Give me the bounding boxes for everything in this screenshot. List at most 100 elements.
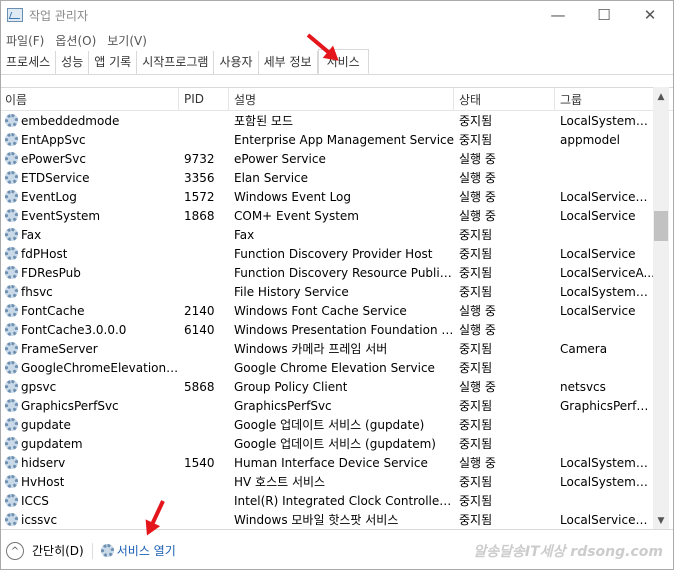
table-row[interactable]: HvHost HV 호스트 서비스 중지됨 LocalSystemN... (1, 472, 655, 491)
cell-text: 중지됨 (459, 228, 493, 242)
table-row[interactable]: ePowerSvc 9732 ePower Service 실행 중 (1, 149, 655, 168)
menu-options[interactable]: 옵션(O) (50, 32, 102, 49)
cell-text: 1868 (184, 208, 215, 223)
table-row[interactable]: FontCache 2140 Windows Font Cache Service 실… (1, 301, 655, 320)
tab-performance[interactable]: 성능 (56, 51, 90, 74)
table-row[interactable]: fdPHost Function Discovery Provider Host 중… (1, 244, 655, 263)
cell-pid (179, 339, 229, 358)
collapse-button[interactable]: 간단히(D) (32, 542, 84, 559)
cell-text: Windows Font Cache Service (234, 303, 407, 318)
cell-status: 중지됨 (454, 225, 555, 244)
cell-text: 실행 중 (459, 152, 496, 166)
table-row[interactable]: hidserv 1540 Human Interface Device Servic… (1, 453, 655, 472)
cell-description: Intel(R) Integrated Clock Controller S..… (229, 491, 454, 510)
cell-group: LocalService (555, 301, 655, 320)
minimize-button[interactable]: — (535, 1, 581, 29)
table-row[interactable]: embeddedmode 포함된 모드 중지됨 LocalSystemN... (1, 111, 655, 130)
cell-text: LocalSystemN... (560, 455, 655, 470)
cell-text: Function Discovery Provider Host (234, 246, 433, 261)
column-description[interactable]: 설명 (229, 88, 454, 110)
cell-description: Google 업데이트 서비스 (gupdatem) (229, 434, 454, 453)
table-row[interactable]: EventLog 1572 Windows Event Log 실행 중 LocalSe… (1, 187, 655, 206)
cell-status: 중지됨 (454, 434, 555, 453)
cell-name: gpsvc (1, 377, 179, 396)
cell-pid (179, 130, 229, 149)
column-status[interactable]: 상태 (454, 88, 555, 110)
cell-pid (179, 434, 229, 453)
gear-icon (5, 114, 18, 127)
cell-text: FontCache3.0.0.0 (21, 322, 127, 337)
table-row[interactable]: EventSystem 1868 COM+ Event System 실행 중 Loca… (1, 206, 655, 225)
table-row[interactable]: ICCS Intel(R) Integrated Clock Controller… (1, 491, 655, 510)
cell-name: fhsvc (1, 282, 179, 301)
close-button[interactable]: ✕ (627, 1, 673, 29)
cell-text: HV 호스트 서비스 (234, 475, 326, 489)
cell-text: EventLog (21, 189, 77, 204)
cell-pid (179, 111, 229, 130)
cell-text: Google 업데이트 서비스 (gupdatem) (234, 437, 436, 451)
gear-icon (5, 380, 18, 393)
vertical-scrollbar[interactable]: ▲ ▼ (653, 87, 669, 529)
maximize-button[interactable]: ☐ (581, 1, 627, 29)
services-list: embeddedmode 포함된 모드 중지됨 LocalSystemN... EntA… (1, 111, 655, 529)
column-name[interactable]: 이름 ^ (1, 88, 179, 110)
table-row[interactable]: icssvc Windows 모바일 핫스팟 서비스 중지됨 LocalService… (1, 510, 655, 529)
cell-pid: 3356 (179, 168, 229, 187)
cell-text: GraphicsPerfSvc (234, 398, 332, 413)
table-row[interactable]: gpsvc 5868 Group Policy Client 실행 중 netsvcs (1, 377, 655, 396)
cell-text: FontCache (21, 303, 85, 318)
tab-processes[interactable]: 프로세스 (1, 51, 57, 74)
cell-text: Google Chrome Elevation Service (234, 360, 435, 375)
table-row[interactable]: fhsvc File History Service 중지됨 LocalSystemN… (1, 282, 655, 301)
table-row[interactable]: FDResPub Function Discovery Resource Publ… (1, 263, 655, 282)
table-row[interactable]: FrameServer Windows 카메라 프레임 서버 중지됨 Camera (1, 339, 655, 358)
menu-file[interactable]: 파일(F) (1, 32, 50, 49)
tab-startup[interactable]: 시작프로그램 (137, 51, 215, 74)
open-services-link[interactable]: 서비스 열기 (100, 542, 176, 559)
cell-name: EntAppSvc (1, 130, 179, 149)
scrollbar-thumb[interactable] (654, 211, 668, 241)
cell-text: LocalSystemN... (560, 113, 655, 128)
column-group[interactable]: 그룹 (555, 88, 655, 110)
column-pid[interactable]: PID (179, 88, 229, 110)
cell-name: ICCS (1, 491, 179, 510)
cell-text: LocalSystemN... (560, 474, 655, 489)
cell-name: gupdatem (1, 434, 179, 453)
table-row[interactable]: GoogleChromeElevationSe... Google Chrome … (1, 358, 655, 377)
table-row[interactable]: ETDService 3356 Elan Service 실행 중 (1, 168, 655, 187)
cell-description: Windows 모바일 핫스팟 서비스 (229, 510, 454, 529)
scroll-down-icon[interactable]: ▼ (653, 513, 669, 529)
tab-details[interactable]: 세부 정보 (258, 51, 318, 74)
cell-status: 실행 중 (454, 301, 555, 320)
table-row[interactable]: gupdatem Google 업데이트 서비스 (gupdatem) 중지됨 (1, 434, 655, 453)
table-row[interactable]: FontCache3.0.0.0 6140 Windows Presentation… (1, 320, 655, 339)
cell-text: 중지됨 (459, 494, 493, 508)
gear-icon (5, 437, 18, 450)
tab-app-history[interactable]: 앱 기록 (89, 51, 138, 74)
tab-users[interactable]: 사용자 (214, 51, 259, 74)
cell-status: 중지됨 (454, 244, 555, 263)
gear-icon (5, 399, 18, 412)
cell-name: hidserv (1, 453, 179, 472)
chevron-up-icon[interactable]: ^ (6, 541, 24, 560)
cell-group (555, 149, 655, 168)
cell-text: 실행 중 (459, 380, 496, 394)
table-row[interactable]: GraphicsPerfSvc GraphicsPerfSvc 중지됨 Graphic… (1, 396, 655, 415)
cell-group: LocalServiceN... (555, 510, 655, 529)
cell-group (555, 434, 655, 453)
table-row[interactable]: Fax Fax 중지됨 (1, 225, 655, 244)
gear-icon (5, 285, 18, 298)
menu-view[interactable]: 보기(V) (102, 32, 153, 49)
table-row[interactable]: EntAppSvc Enterprise App Management Servi… (1, 130, 655, 149)
cell-pid (179, 282, 229, 301)
cell-description: Google 업데이트 서비스 (gupdate) (229, 415, 454, 434)
scroll-up-icon[interactable]: ▲ (653, 89, 669, 105)
cell-pid (179, 491, 229, 510)
cell-text: GraphicsPerfS... (560, 398, 655, 413)
column-header: 이름 ^ PID 설명 상태 그룹 (1, 87, 673, 111)
cell-text: 중지됨 (459, 114, 493, 128)
table-row[interactable]: gupdate Google 업데이트 서비스 (gupdate) 중지됨 (1, 415, 655, 434)
cell-text: Windows Event Log (234, 189, 352, 204)
task-manager-window: 작업 관리자 — ☐ ✕ 파일(F) 옵션(O) 보기(V) 프로세스 성능 앱… (0, 0, 674, 570)
cell-group: LocalService (555, 244, 655, 263)
